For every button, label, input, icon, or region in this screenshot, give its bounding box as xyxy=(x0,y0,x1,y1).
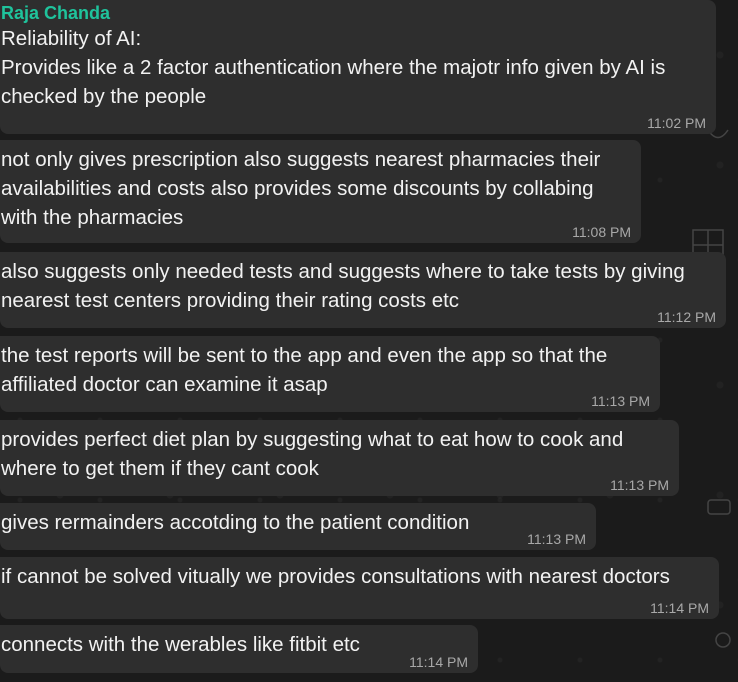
chat-panel: Raja Chanda Reliability of AI: Provides … xyxy=(0,0,738,682)
message-text: gives rermainders accotding to the patie… xyxy=(1,511,470,534)
message-bubble[interactable]: the test reports will be sent to the app… xyxy=(0,336,660,412)
message-text: provides perfect diet plan by suggesting… xyxy=(1,428,629,480)
message-text: if cannot be solved vitually we provides… xyxy=(1,565,670,588)
message-text: the test reports will be sent to the app… xyxy=(1,344,613,396)
message-timestamp: 11:12 PM xyxy=(657,309,716,325)
message-text: also suggests only needed tests and sugg… xyxy=(1,260,691,312)
message-text: connects with the werables like fitbit e… xyxy=(1,633,360,656)
message-timestamp: 11:13 PM xyxy=(610,477,669,493)
message-timestamp: 11:08 PM xyxy=(572,224,631,240)
message-text: not only gives prescription also suggest… xyxy=(1,148,607,229)
message-bubble[interactable]: Raja Chanda Reliability of AI: Provides … xyxy=(0,0,716,134)
message-timestamp: 11:14 PM xyxy=(409,654,468,670)
message-bubble[interactable]: also suggests only needed tests and sugg… xyxy=(0,252,726,328)
message-bubble[interactable]: not only gives prescription also suggest… xyxy=(0,140,641,243)
message-timestamp: 11:13 PM xyxy=(527,531,586,547)
message-timestamp: 11:14 PM xyxy=(650,600,709,616)
message-timestamp: 11:13 PM xyxy=(591,393,650,409)
message-bubble[interactable]: connects with the werables like fitbit e… xyxy=(0,625,478,673)
sender-name[interactable]: Raja Chanda xyxy=(1,2,706,24)
message-text: Reliability of AI: Provides like a 2 fac… xyxy=(1,27,666,108)
message-timestamp: 11:02 PM xyxy=(647,115,706,131)
message-bubble[interactable]: gives rermainders accotding to the patie… xyxy=(0,503,596,550)
message-bubble[interactable]: if cannot be solved vitually we provides… xyxy=(0,557,719,619)
message-bubble[interactable]: provides perfect diet plan by suggesting… xyxy=(0,420,679,496)
